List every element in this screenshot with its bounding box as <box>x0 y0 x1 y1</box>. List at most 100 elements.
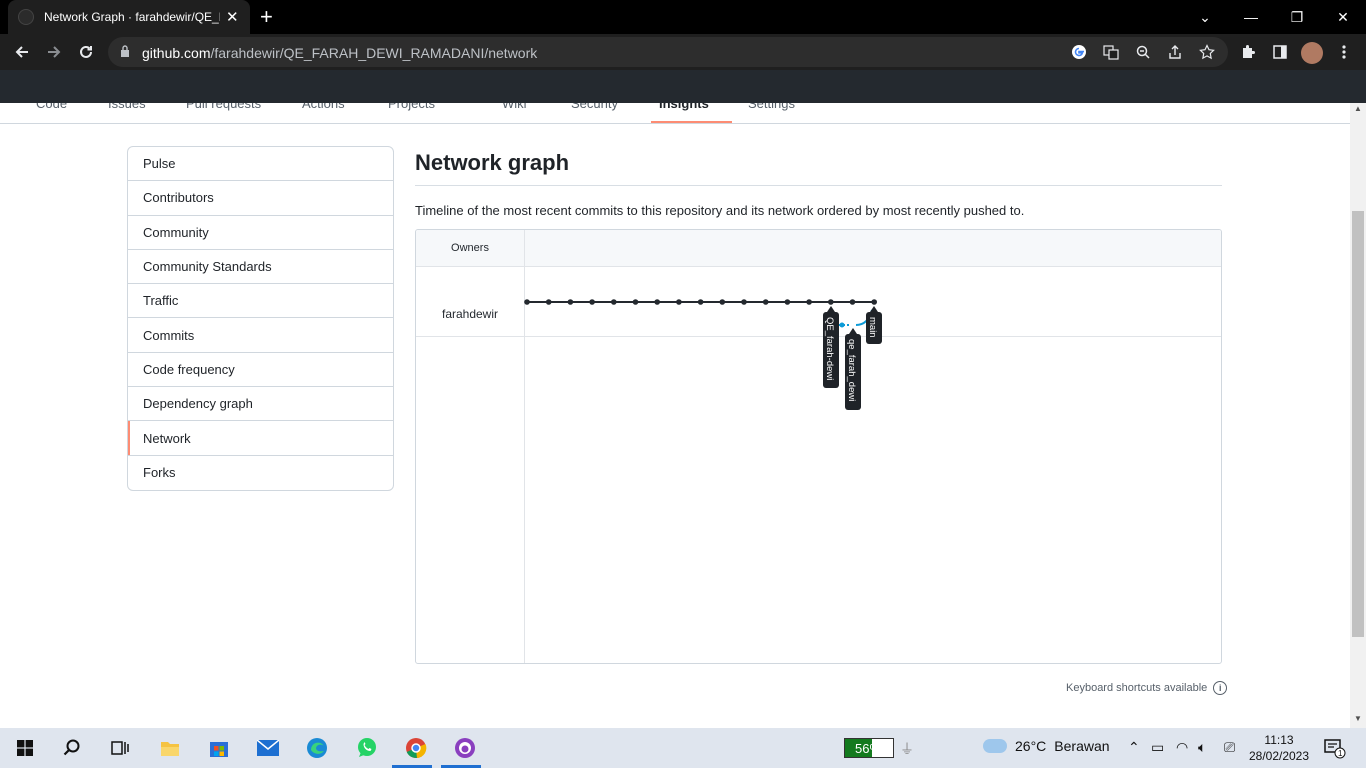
branch-label-text: QE_farah-dewi <box>824 317 835 380</box>
mail-icon[interactable] <box>253 733 283 763</box>
temperature: 26°C <box>1015 738 1047 754</box>
whatsapp-icon[interactable] <box>352 733 382 763</box>
url-text: github.com/farahdewir/QE_FARAH_DEWI_RAMA… <box>142 45 538 61</box>
commit-dot[interactable] <box>524 299 530 305</box>
info-icon[interactable]: i <box>1213 681 1228 695</box>
commit-dot[interactable] <box>545 299 552 305</box>
notification-center-icon[interactable]: 1 <box>1324 737 1346 759</box>
commit-dot[interactable] <box>654 299 660 305</box>
sidebar-item-code-frequency[interactable]: Code frequency <box>128 353 393 388</box>
commit-dot[interactable] <box>719 299 726 305</box>
tab-search-icon[interactable]: ⌄ <box>1182 0 1228 34</box>
weather-widget[interactable]: 26°C Berawan <box>983 738 1110 754</box>
commit-dot[interactable] <box>784 299 791 305</box>
page-description: Timeline of the most recent commits to t… <box>415 203 1025 218</box>
scrollbar-thumb[interactable] <box>1352 211 1364 637</box>
windows-start-icon[interactable] <box>10 733 40 763</box>
sidebar-item-pulse[interactable]: Pulse <box>128 147 393 182</box>
battery-percent: 56% <box>855 741 882 756</box>
microsoft-store-icon[interactable] <box>204 733 234 763</box>
task-view-icon[interactable] <box>105 733 135 763</box>
chrome-icon[interactable] <box>401 733 431 763</box>
windows-taskbar: 56% ⏚ 26°C Berawan ⌃ ▭ ◠ 🔈︎ ⎚ 11:13 28/0… <box>0 728 1366 768</box>
address-bar[interactable]: github.com/farahdewir/QE_FARAH_DEWI_RAMA… <box>108 37 1228 67</box>
sidebar-item-commits[interactable]: Commits <box>128 318 393 353</box>
dark-header-band <box>0 70 1366 103</box>
commit-dot[interactable] <box>762 299 769 305</box>
network-graph[interactable]: Owners farahdewir QE_farah-dewi qe_farah… <box>415 229 1222 664</box>
bookmark-star-icon[interactable] <box>1198 43 1216 61</box>
cloud-icon <box>983 739 1007 753</box>
branch-commit-dot <box>839 322 845 328</box>
commit-dot[interactable] <box>741 299 747 305</box>
branch-label-main[interactable]: main <box>866 306 882 344</box>
branch-label-text: main <box>867 317 878 338</box>
notification-count: 1 <box>1338 749 1343 758</box>
browser-tab[interactable]: Network Graph · farahdewir/QE_F ✕ <box>8 0 250 34</box>
scroll-up-arrow-icon[interactable]: ▲ <box>1352 104 1364 116</box>
commit-dot[interactable] <box>849 299 856 305</box>
close-tab-icon[interactable]: ✕ <box>226 8 239 26</box>
edge-browser-icon[interactable] <box>302 733 332 763</box>
profile-avatar[interactable] <box>1301 42 1323 64</box>
sidebar-item-contributors[interactable]: Contributors <box>128 181 393 216</box>
battery-indicator[interactable]: 56% <box>844 738 894 758</box>
translate-icon[interactable] <box>1102 43 1120 61</box>
tab-title: Network Graph · farahdewir/QE_F <box>44 10 220 24</box>
extensions-puzzle-icon[interactable] <box>1238 42 1258 62</box>
volume-icon[interactable]: 🔈︎ <box>1198 739 1206 756</box>
zoom-icon[interactable] <box>1134 43 1152 61</box>
close-window-button[interactable]: ✕ <box>1320 0 1366 34</box>
show-hidden-icons-chevron-icon[interactable]: ⌃ <box>1128 739 1140 756</box>
browser-tab-bar: Network Graph · farahdewir/QE_F ✕ + ⌄ — … <box>0 0 1366 34</box>
lock-icon <box>121 45 129 57</box>
branch-label-qe-farah-dewi-underscore[interactable]: qe_farah_dewi <box>845 328 861 410</box>
commit-graph-canvas[interactable]: QE_farah-dewi qe_farah_dewi main <box>416 230 1221 663</box>
search-icon[interactable] <box>57 733 87 763</box>
back-arrow-icon[interactable] <box>10 40 34 64</box>
system-clock[interactable]: 11:13 28/02/2023 <box>1248 732 1310 764</box>
keyboard-shortcuts-hint: Keyboard shortcuts available i <box>1066 681 1228 695</box>
weather-condition: Berawan <box>1054 738 1110 754</box>
sidebar-item-network[interactable]: Network <box>128 421 393 456</box>
commit-dot[interactable] <box>589 299 595 305</box>
restore-button[interactable]: ❐ <box>1274 0 1320 34</box>
insights-sidebar: Pulse Contributors Community Community S… <box>127 146 394 491</box>
commit-dot[interactable] <box>871 299 877 305</box>
minimize-button[interactable]: — <box>1228 0 1274 34</box>
branch-label-qe-farah-dewi[interactable]: QE_farah-dewi <box>823 306 839 388</box>
file-explorer-icon[interactable] <box>155 733 185 763</box>
branch-label-text: qe_farah_dewi <box>846 339 857 401</box>
share-icon[interactable] <box>1166 43 1184 61</box>
scroll-down-arrow-icon[interactable]: ▼ <box>1352 714 1364 726</box>
commit-dot[interactable] <box>611 299 617 305</box>
forward-arrow-icon[interactable] <box>42 40 66 64</box>
commit-dot[interactable] <box>567 299 574 305</box>
sidebar-item-dependency-graph[interactable]: Dependency graph <box>128 387 393 422</box>
wifi-icon[interactable]: ◠ <box>1176 739 1188 756</box>
active-tab-underline <box>651 121 732 123</box>
power-plug-icon: ⏚ <box>900 741 914 757</box>
google-icon[interactable] <box>1070 43 1088 61</box>
display-icon[interactable]: ⎚ <box>1224 739 1235 756</box>
browser-toolbar: github.com/farahdewir/QE_FARAH_DEWI_RAMA… <box>0 34 1366 70</box>
github-desktop-icon[interactable] <box>450 733 480 763</box>
page-title: Network graph <box>415 150 1222 186</box>
sidebar-item-community[interactable]: Community <box>128 216 393 250</box>
clock-time: 11:13 <box>1264 733 1294 747</box>
github-favicon-icon <box>18 9 34 25</box>
sidebar-item-forks[interactable]: Forks <box>128 456 393 490</box>
side-panel-icon[interactable] <box>1270 42 1290 62</box>
clock-date: 28/02/2023 <box>1248 749 1310 763</box>
commit-dot[interactable] <box>632 299 639 305</box>
commit-dot[interactable] <box>828 299 834 305</box>
more-menu-icon[interactable] <box>1334 42 1354 62</box>
commit-dot[interactable] <box>697 299 704 305</box>
commit-dot[interactable] <box>806 299 812 305</box>
new-tab-button[interactable]: + <box>260 4 273 30</box>
reload-icon[interactable] <box>74 40 98 64</box>
commit-dot[interactable] <box>676 299 682 305</box>
sidebar-item-community-standards[interactable]: Community Standards <box>128 250 393 285</box>
battery-tray-icon[interactable]: ▭ <box>1151 739 1164 756</box>
sidebar-item-traffic[interactable]: Traffic <box>128 284 393 319</box>
